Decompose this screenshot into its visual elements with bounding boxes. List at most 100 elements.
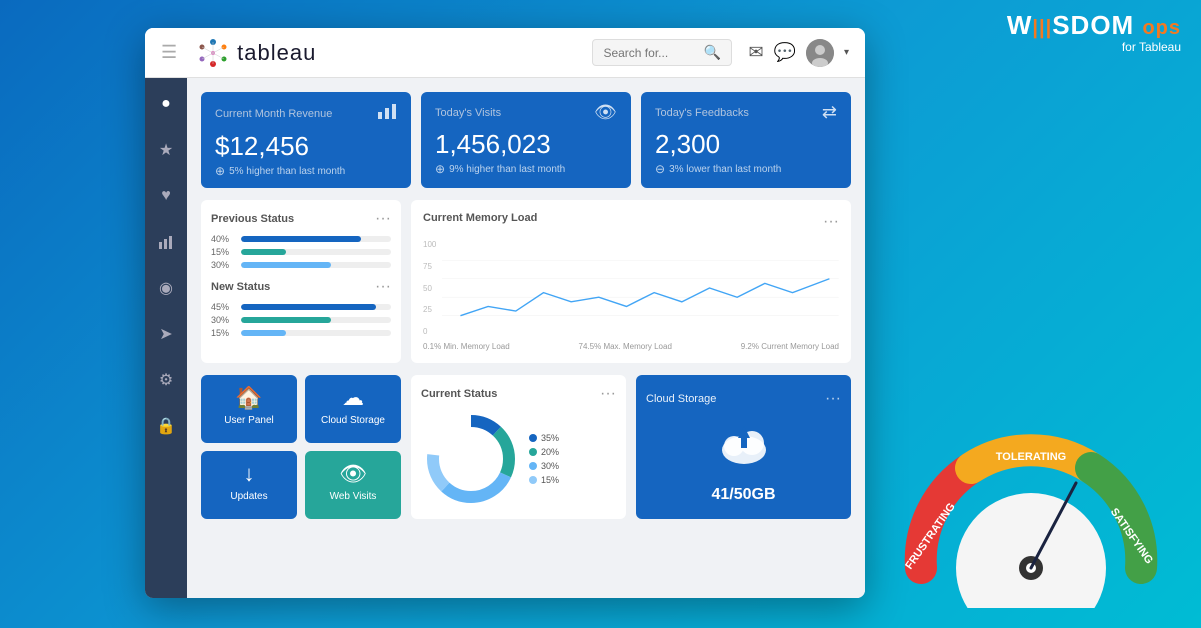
kpi-feedbacks-icon: ⇄	[822, 102, 837, 123]
new-status-menu[interactable]: ···	[375, 278, 391, 296]
tableau-wordmark: tableau	[237, 40, 316, 66]
current-status-widget: Current Status ···	[411, 375, 626, 519]
sidebar-item-likes[interactable]: ♥	[150, 180, 182, 212]
new-status-header: New Status ···	[211, 278, 391, 296]
gauge-widget: FRUSTRATING TOLERATING SATISFYING	[891, 408, 1171, 608]
memory-chart-widget: Current Memory Load ··· 100 75 50 25 0	[411, 200, 851, 363]
content-area: Current Month Revenue $12,456 ⊕ 5% hi	[187, 78, 865, 598]
previous-status-menu[interactable]: ···	[375, 210, 391, 228]
cloud-storage-tile-label: Cloud Storage	[321, 415, 385, 426]
sidebar-item-settings[interactable]: ⚙	[150, 364, 182, 396]
sidebar-item-location[interactable]: ◉	[150, 272, 182, 304]
navbar-icons: ✉ 💬 ▾	[748, 39, 849, 67]
kpi-row: Current Month Revenue $12,456 ⊕ 5% hi	[201, 92, 851, 188]
y-axis-labels: 100 75 50 25 0	[423, 238, 436, 338]
y-label-100: 100	[423, 240, 436, 249]
cloud-storage-tile-icon: ☁	[342, 385, 364, 411]
cloud-storage-menu[interactable]: ···	[825, 390, 841, 408]
mail-icon[interactable]: ✉	[748, 42, 763, 63]
new-bar-track-1	[241, 304, 391, 310]
tile-user-panel[interactable]: 🏠 User Panel	[201, 375, 297, 443]
kpi-revenue-change: ⊕ 5% higher than last month	[215, 164, 397, 178]
new-bar-track-3	[241, 330, 391, 336]
previous-status-title: Previous Status	[211, 213, 294, 225]
kpi-revenue-title: Current Month Revenue	[215, 108, 332, 120]
web-visits-icon: 👁	[339, 461, 367, 487]
memory-chart-menu[interactable]: ···	[823, 213, 839, 231]
donut-chart	[421, 409, 521, 509]
new-bar-fill-2	[241, 317, 331, 323]
tile-updates[interactable]: ↓ Updates	[201, 451, 297, 519]
status-widget: Previous Status ··· 40% 15%	[201, 200, 401, 363]
bar-track-1	[241, 236, 391, 242]
web-visits-label: Web Visits	[330, 491, 377, 502]
y-label-0: 0	[423, 327, 436, 336]
tile-web-visits[interactable]: 👁 Web Visits	[305, 451, 401, 519]
cloud-storage-widget-header: Cloud Storage ···	[646, 390, 841, 408]
bar-label-2: 15%	[211, 247, 237, 257]
brand-w: W	[1007, 10, 1033, 40]
navbar: ☰ tableau 🔍 ✉ 💬	[145, 28, 865, 78]
kpi-visits-change-text: 9% higher than last month	[449, 164, 565, 175]
dashboard-window: ☰ tableau 🔍 ✉ 💬	[145, 28, 865, 598]
kpi-feedbacks-value: 2,300	[655, 129, 837, 160]
kpi-visits-title: Today's Visits	[435, 107, 501, 119]
sidebar-item-charts[interactable]	[150, 226, 182, 258]
legend-dot-2	[529, 448, 537, 456]
new-bar-row-2: 30%	[211, 315, 391, 325]
kpi-feedbacks-header: Today's Feedbacks ⇄	[655, 102, 837, 123]
chart-with-yaxis: 100 75 50 25 0	[423, 238, 839, 338]
new-status-title: New Status	[211, 281, 270, 293]
new-bar-row-1: 45%	[211, 302, 391, 312]
brand-area: W|||SDOM ops for Tableau	[1007, 12, 1181, 54]
search-icon: 🔍	[703, 44, 720, 61]
action-tiles: 🏠 User Panel ☁ Cloud Storage ↓ Updates 👁…	[201, 375, 401, 519]
memory-chart-header: Current Memory Load ···	[423, 212, 839, 232]
kpi-feedbacks-change-text: 3% lower than last month	[669, 164, 781, 175]
chart-label-current: 9.2% Current Memory Load	[741, 342, 839, 351]
updates-icon: ↓	[244, 461, 255, 487]
user-panel-icon: 🏠	[235, 385, 262, 411]
sidebar-item-home[interactable]: ●	[150, 88, 182, 120]
bar-label-1: 40%	[211, 234, 237, 244]
legend-dot-3	[529, 462, 537, 470]
cloud-storage-widget-title: Cloud Storage	[646, 393, 716, 405]
search-bar[interactable]: 🔍	[592, 39, 732, 66]
tile-cloud-storage[interactable]: ☁ Cloud Storage	[305, 375, 401, 443]
new-bar-label-3: 15%	[211, 328, 237, 338]
hamburger-menu[interactable]: ☰	[161, 42, 177, 63]
bottom-row: 🏠 User Panel ☁ Cloud Storage ↓ Updates 👁…	[201, 375, 851, 519]
avatar-dropdown-icon[interactable]: ▾	[844, 47, 849, 58]
kpi-visits-header: Today's Visits 👁	[435, 102, 617, 123]
main-layout: ● ★ ♥ ◉ ➤ ⚙ 🔒 Current Month Revenu	[145, 78, 865, 598]
chat-icon[interactable]: 💬	[774, 42, 796, 63]
updates-label: Updates	[230, 491, 267, 502]
kpi-revenue-icon	[377, 102, 397, 125]
current-status-header: Current Status ···	[421, 385, 616, 403]
donut-container: 35% 20% 30%	[421, 409, 616, 509]
kpi-revenue-arrow: ⊕	[215, 164, 225, 178]
kpi-visits-icon: 👁	[594, 102, 617, 123]
current-status-menu[interactable]: ···	[600, 385, 616, 403]
search-input[interactable]	[603, 46, 703, 60]
legend-dot-1	[529, 434, 537, 442]
y-label-75: 75	[423, 262, 436, 271]
user-panel-label: User Panel	[224, 415, 273, 426]
brand-logo: W|||SDOM ops	[1007, 12, 1181, 38]
new-bar-label-2: 30%	[211, 315, 237, 325]
bar-row-3: 30%	[211, 260, 391, 270]
cloud-storage-usage: 41/50GB	[711, 486, 775, 504]
bar-track-2	[241, 249, 391, 255]
legend-item-2: 20%	[529, 447, 559, 457]
user-avatar[interactable]	[806, 39, 834, 67]
sidebar-item-navigation[interactable]: ➤	[150, 318, 182, 350]
kpi-visits-arrow: ⊕	[435, 162, 445, 176]
bar-row-1: 40%	[211, 234, 391, 244]
bar-fill-3	[241, 262, 331, 268]
sidebar-item-security[interactable]: 🔒	[150, 410, 182, 442]
kpi-revenue-header: Current Month Revenue	[215, 102, 397, 125]
gauge-svg: FRUSTRATING TOLERATING SATISFYING	[891, 408, 1171, 608]
bar-row-2: 15%	[211, 247, 391, 257]
sidebar-item-favorites[interactable]: ★	[150, 134, 182, 166]
brand-sdom: SDOM	[1052, 10, 1142, 40]
